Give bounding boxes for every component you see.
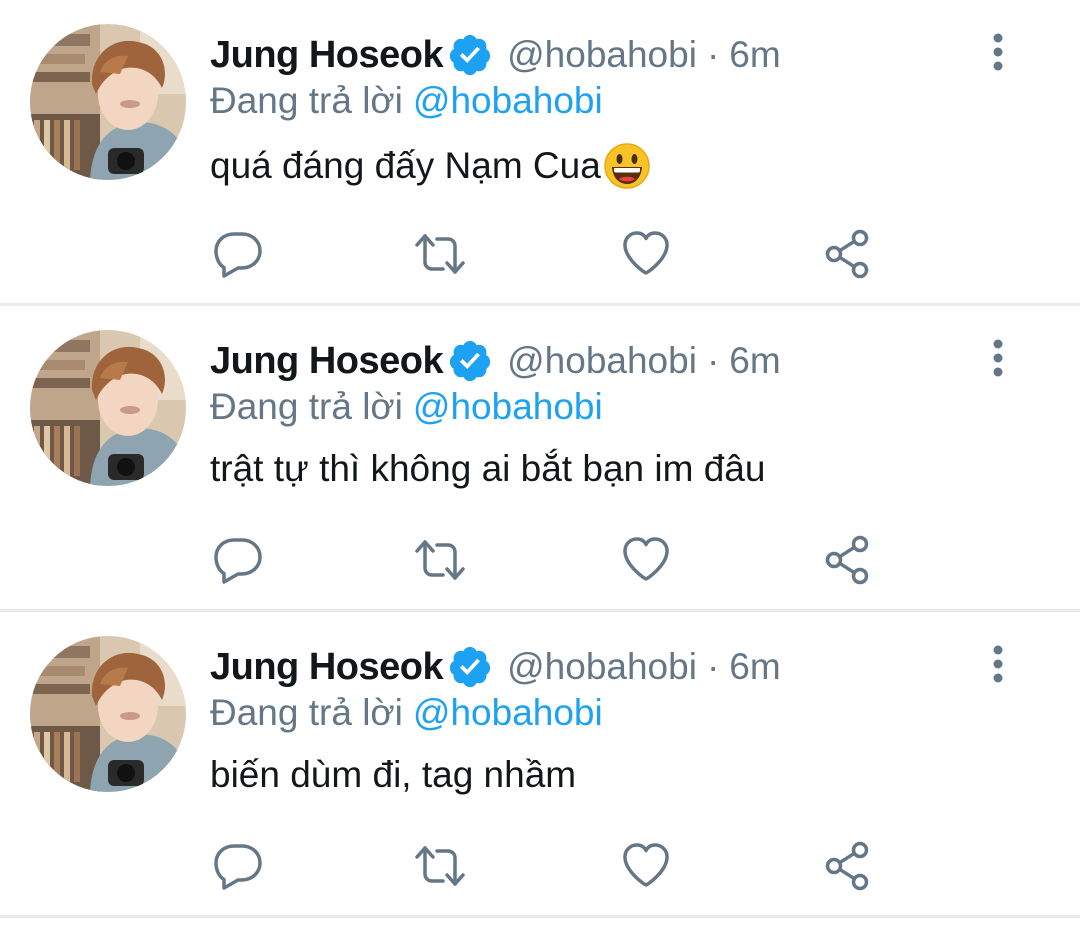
timestamp[interactable]: 6m <box>729 340 780 382</box>
tweet-text-content: trật tự thì không ai bắt bạn im đâu <box>210 448 766 489</box>
separator-dot: · <box>706 340 720 381</box>
more-vertical-icon[interactable] <box>982 30 1014 74</box>
retweet-icon[interactable] <box>412 532 468 588</box>
retweet-icon[interactable] <box>412 226 468 282</box>
replying-to-label: Đang trả lời <box>210 80 403 121</box>
replying-to: Đang trả lời @hobahobi <box>210 80 603 122</box>
replying-to: Đang trả lời @hobahobi <box>210 692 603 734</box>
replying-to-user-link[interactable]: @hobahobi <box>413 80 603 121</box>
share-icon[interactable] <box>820 226 876 282</box>
more-vertical-icon[interactable] <box>982 336 1014 380</box>
retweet-icon[interactable] <box>412 838 468 894</box>
tweet-text: trật tự thì không ai bắt bạn im đâu <box>210 448 765 490</box>
verified-badge-icon <box>447 32 493 78</box>
separator-dot: · <box>706 646 720 687</box>
avatar[interactable] <box>30 330 186 486</box>
tweet-text-content: quá đáng đấy Nạm Cua <box>210 145 601 186</box>
replying-to-user-link[interactable]: @hobahobi <box>413 386 603 427</box>
tweet-text: biến dùm đi, tag nhầm <box>210 754 576 796</box>
share-icon[interactable] <box>820 838 876 894</box>
heart-icon[interactable] <box>618 838 674 894</box>
tweet[interactable]: Jung Hoseok @hobahobi · 6m Đang trả lời @… <box>0 0 1080 306</box>
tweet-feed: Jung Hoseok @hobahobi · 6m Đang trả lời @… <box>0 0 1080 928</box>
separator-dot: · <box>706 34 720 75</box>
tweet-text-content: biến dùm đi, tag nhầm <box>210 754 577 795</box>
replying-to-label: Đang trả lời <box>210 386 403 427</box>
tweet-actions <box>0 532 1080 592</box>
tweet-text: quá đáng đấy Nạm Cua <box>210 142 651 190</box>
reply-icon[interactable] <box>210 226 266 282</box>
avatar[interactable] <box>30 24 186 180</box>
user-handle[interactable]: @hobahobi <box>507 646 697 688</box>
timestamp[interactable]: 6m <box>729 646 780 688</box>
tweet[interactable]: Jung Hoseok @hobahobi · 6m Đang trả lời @… <box>0 612 1080 918</box>
replying-to-user-link[interactable]: @hobahobi <box>413 692 603 733</box>
tweet-header: Jung Hoseok @hobahobi · 6m <box>210 642 781 692</box>
reply-icon[interactable] <box>210 838 266 894</box>
display-name[interactable]: Jung Hoseok <box>210 34 444 77</box>
user-handle[interactable]: @hobahobi <box>507 34 697 76</box>
tweet-header: Jung Hoseok @hobahobi · 6m <box>210 336 781 386</box>
replying-to-label: Đang trả lời <box>210 692 403 733</box>
heart-icon[interactable] <box>618 532 674 588</box>
display-name[interactable]: Jung Hoseok <box>210 340 444 383</box>
divider <box>0 915 1080 918</box>
grinning-face-emoji <box>603 142 651 190</box>
tweet-actions <box>0 838 1080 898</box>
tweet[interactable]: Jung Hoseok @hobahobi · 6m Đang trả lời @… <box>0 306 1080 612</box>
verified-badge-icon <box>447 644 493 690</box>
tweet-actions <box>0 226 1080 286</box>
reply-icon[interactable] <box>210 532 266 588</box>
timestamp[interactable]: 6m <box>729 34 780 76</box>
avatar[interactable] <box>30 636 186 792</box>
display-name[interactable]: Jung Hoseok <box>210 646 444 689</box>
more-vertical-icon[interactable] <box>982 642 1014 686</box>
tweet-header: Jung Hoseok @hobahobi · 6m <box>210 30 781 80</box>
heart-icon[interactable] <box>618 226 674 282</box>
share-icon[interactable] <box>820 532 876 588</box>
replying-to: Đang trả lời @hobahobi <box>210 386 603 428</box>
verified-badge-icon <box>447 338 493 384</box>
user-handle[interactable]: @hobahobi <box>507 340 697 382</box>
